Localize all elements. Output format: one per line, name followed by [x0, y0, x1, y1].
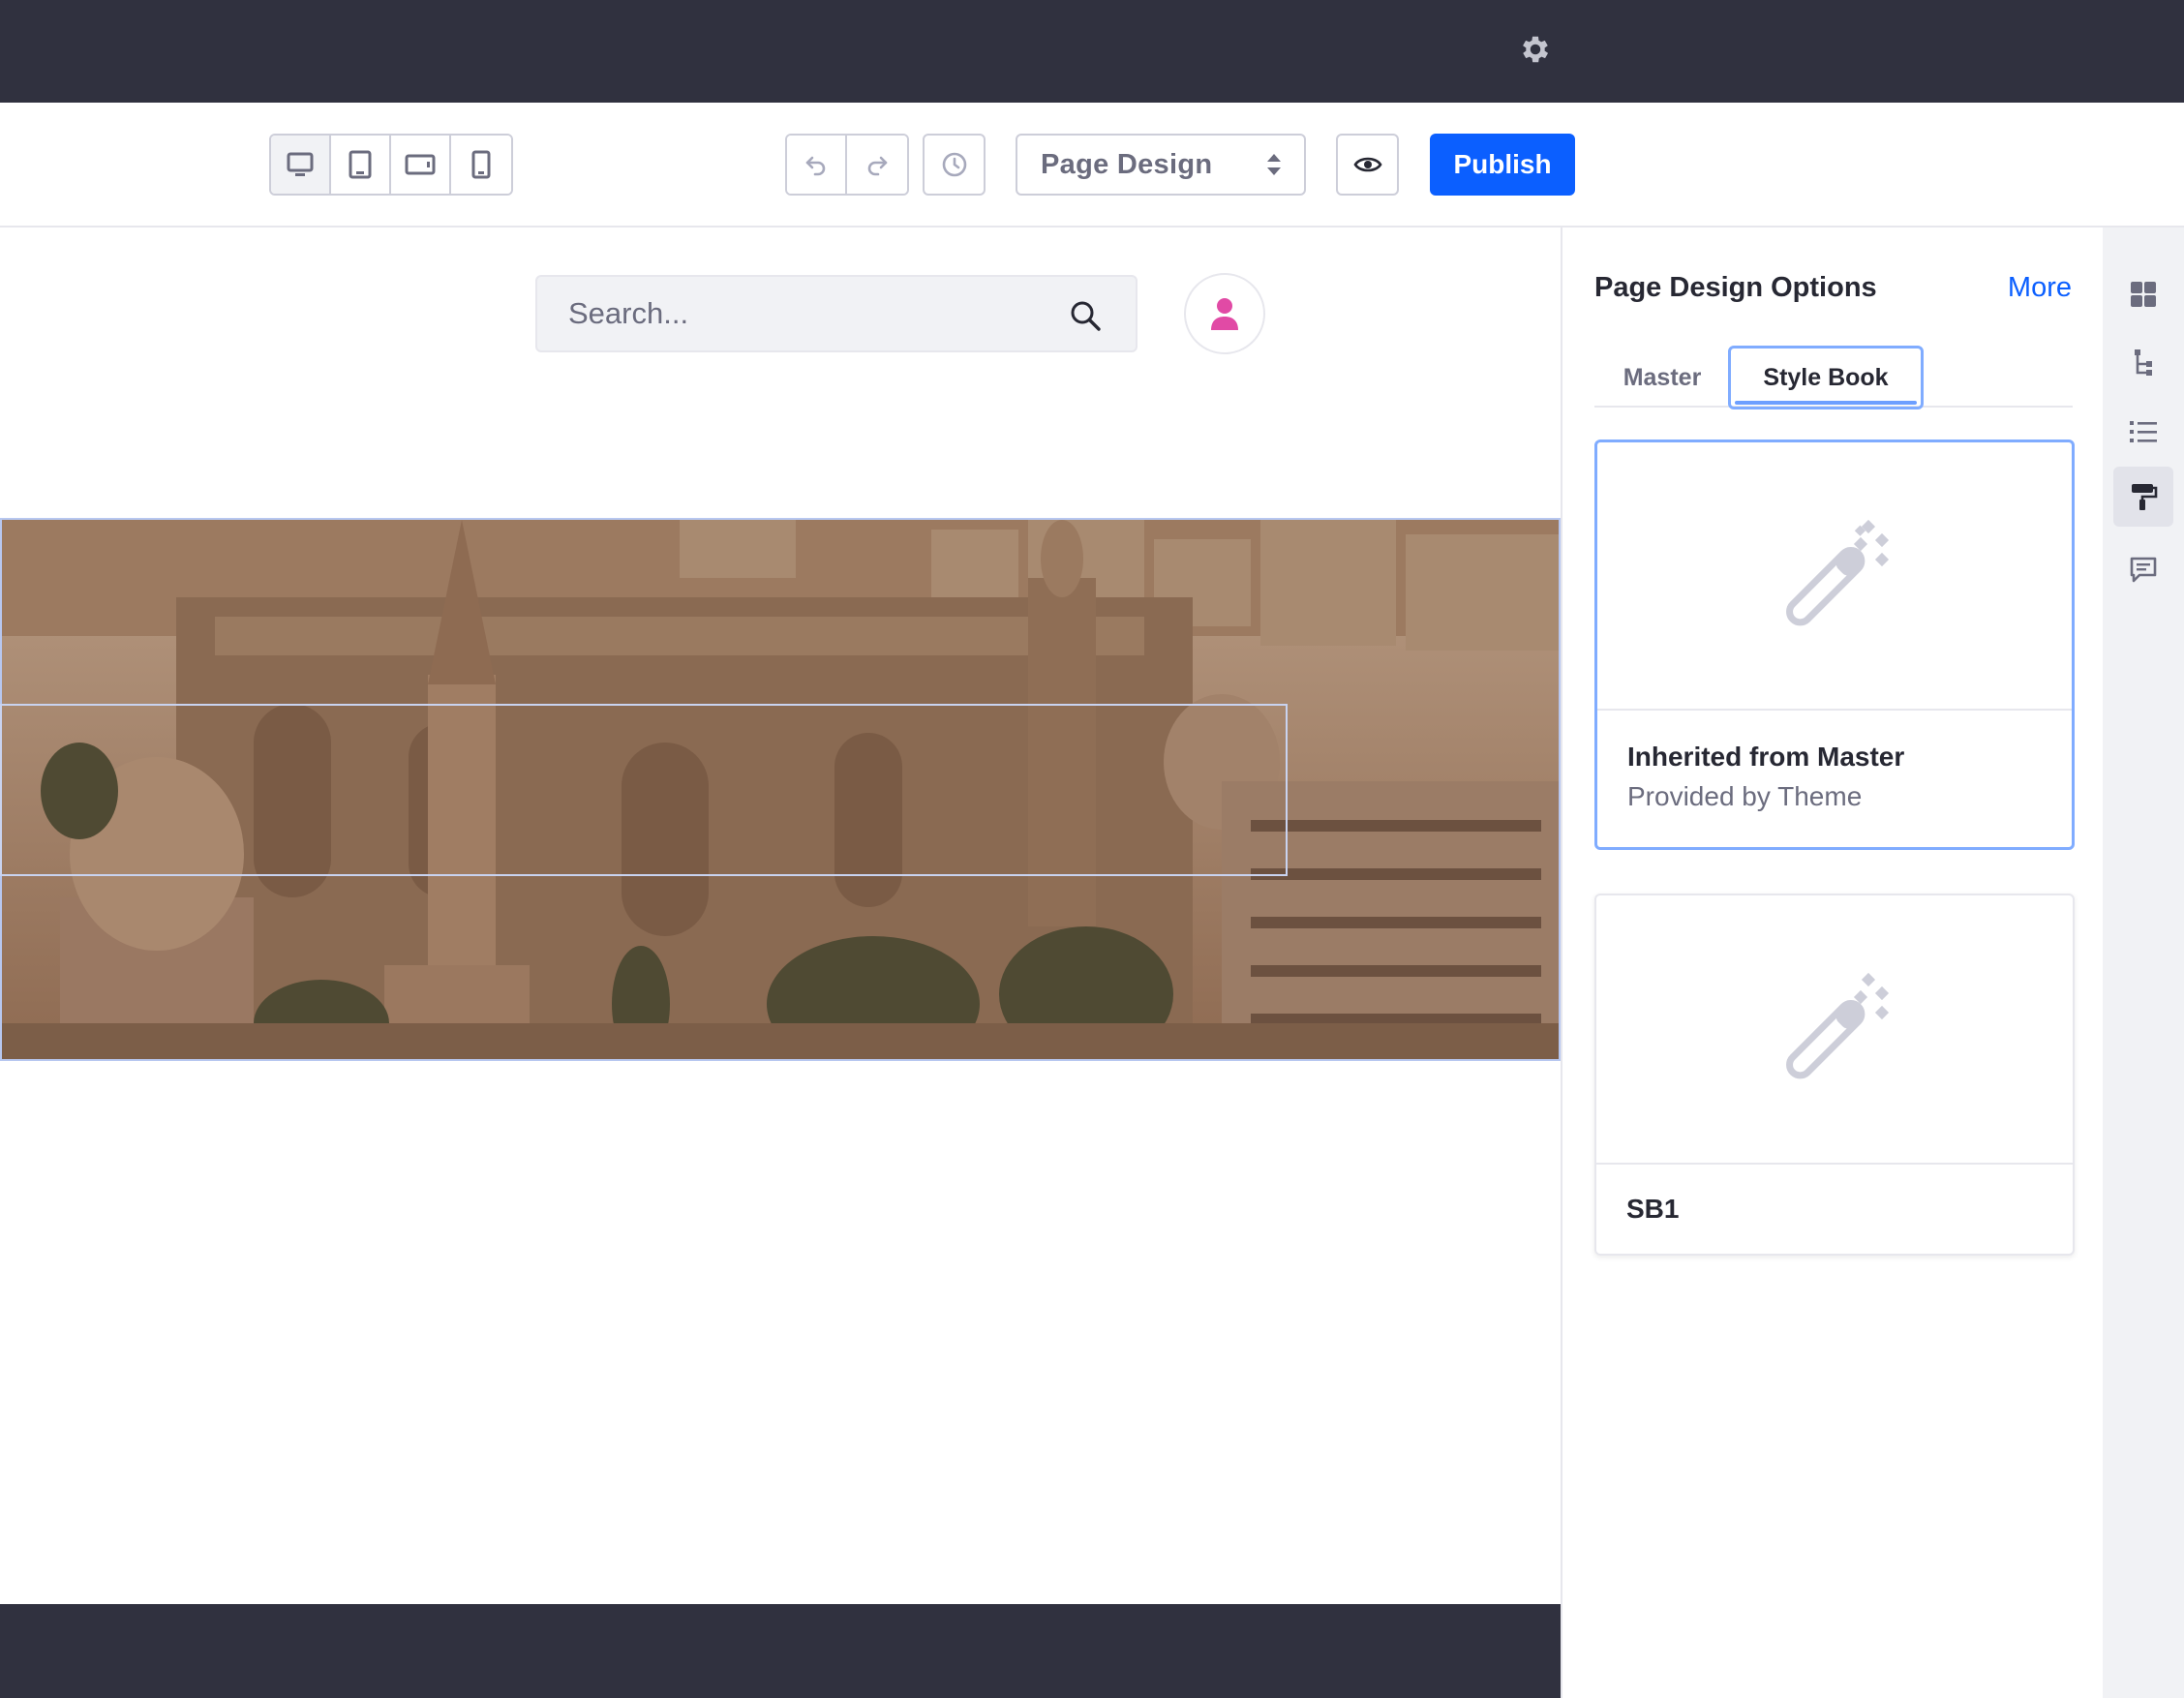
user-icon: [1211, 298, 1238, 330]
publish-button[interactable]: Publish: [1430, 134, 1575, 196]
undo-button[interactable]: [787, 136, 847, 194]
rail-item-page-structure[interactable]: [2113, 333, 2173, 393]
landscape-phone-icon: [405, 154, 436, 175]
viewport-portrait-phone-button[interactable]: [451, 136, 511, 194]
caret-double-icon: [1267, 154, 1281, 175]
page-mode-select-value: Page Design: [1041, 148, 1213, 180]
viewport-switcher: [269, 134, 513, 196]
search-placeholder: Search...: [568, 296, 689, 330]
user-avatar[interactable]: [1184, 273, 1265, 354]
sidebar-icon-rail: [2103, 227, 2184, 1698]
paint-roller-icon: [2132, 484, 2158, 510]
viewport-tablet-button[interactable]: [331, 136, 391, 194]
card-subtitle: Provided by Theme: [1627, 781, 1863, 811]
desktop-icon: [287, 152, 314, 176]
search-icon[interactable]: [1068, 298, 1103, 333]
card-title: SB1: [1626, 1194, 1680, 1224]
rail-item-page-design[interactable]: [2113, 467, 2173, 527]
rail-item-fragments[interactable]: [2113, 264, 2173, 324]
style-book-card-sb1[interactable]: SB1: [1594, 894, 2075, 1256]
more-link[interactable]: More: [2008, 272, 2072, 304]
search-input[interactable]: Search...: [535, 275, 1138, 352]
page-footer: [0, 1604, 1561, 1698]
undo-redo-group: [785, 134, 909, 196]
preview-button[interactable]: [1336, 134, 1399, 196]
redo-icon: [867, 156, 888, 176]
viewport-landscape-phone-button[interactable]: [391, 136, 451, 194]
banner-image[interactable]: [0, 518, 1561, 1061]
card-title: Inherited from Master: [1627, 742, 1905, 772]
comments-icon: [2130, 557, 2157, 583]
editor-toolbar: Page Design Publish: [0, 103, 2184, 227]
style-book-card-inherited[interactable]: Inherited from Master Provided by Theme: [1594, 440, 2075, 850]
redo-button[interactable]: [847, 136, 907, 194]
eye-icon: [1352, 157, 1382, 172]
undo-icon: [805, 156, 826, 176]
page-mode-select[interactable]: Page Design: [1016, 134, 1306, 196]
page-canvas: Search...: [0, 227, 1561, 1698]
page-structure-icon: [2135, 349, 2152, 376]
rail-item-comments[interactable]: [2113, 539, 2173, 599]
portrait-phone-icon: [471, 150, 491, 179]
panel-title: Page Design Options: [1594, 272, 1877, 303]
card-thumbnail: [1596, 895, 2073, 1165]
fragments-grid-icon: [2131, 282, 2156, 307]
viewport-desktop-button[interactable]: [271, 136, 331, 194]
top-bar: [0, 0, 2184, 103]
gear-icon[interactable]: [1518, 32, 1553, 67]
tab-master[interactable]: Master: [1594, 346, 1730, 409]
history-icon: [942, 152, 966, 177]
magic-wand-icon: [1786, 519, 1890, 625]
tab-style-book[interactable]: Style Book: [1728, 346, 1924, 409]
magic-wand-icon: [1786, 972, 1890, 1079]
tablet-icon: [349, 150, 372, 179]
card-thumbnail: [1597, 442, 2072, 711]
cityscape-mosque-photo: [2, 520, 1559, 1059]
list-icon: [2130, 421, 2157, 442]
history-button[interactable]: [923, 134, 986, 196]
rail-item-list[interactable]: [2113, 402, 2173, 462]
page-design-options-panel: Page Design Options More Master Style Bo…: [1561, 227, 2103, 1698]
panel-tabs: Master Style Book: [1594, 342, 2073, 409]
